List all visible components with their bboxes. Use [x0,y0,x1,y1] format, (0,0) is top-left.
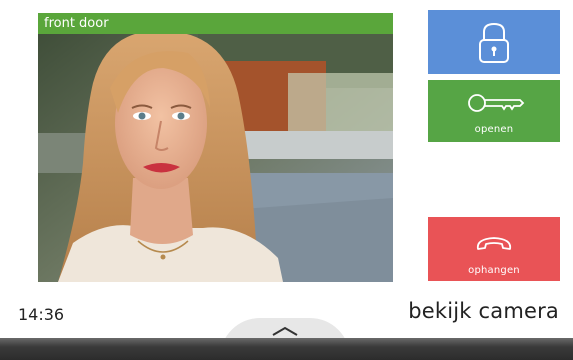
padlock-icon [479,22,509,63]
device-bezel [0,338,573,360]
phone-hangup-icon [476,237,512,250]
view-camera-link[interactable]: bekijk camera [408,299,559,323]
camera-image [38,13,393,282]
open-door-button[interactable]: openen [428,80,560,142]
intercom-screen: front door openen ophangen 14:36 bekijk … [0,0,573,358]
clock-time: 14:36 [18,305,65,324]
chevron-up-icon [272,326,298,336]
camera-feed: front door [38,13,393,282]
hang-up-button[interactable]: ophangen [428,217,560,281]
unlock-button[interactable] [428,10,560,74]
hang-up-label: ophangen [468,265,520,276]
camera-name-label: front door [38,13,393,34]
key-icon [468,94,525,112]
open-door-label: openen [474,124,514,135]
